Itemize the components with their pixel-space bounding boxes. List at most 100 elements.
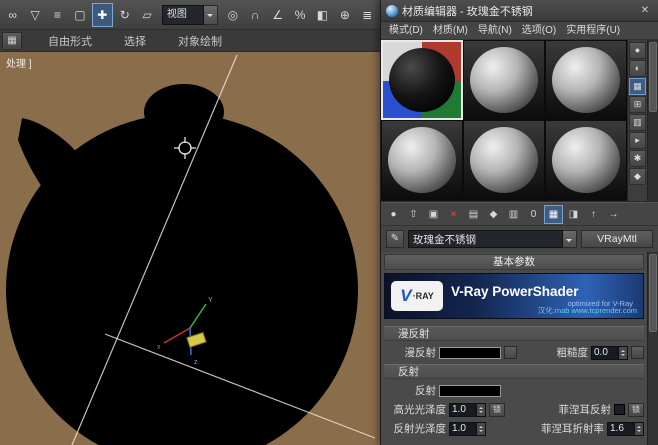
- sample-scrollbar-thumb[interactable]: [649, 42, 657, 112]
- angle-snap-icon[interactable]: ∠: [267, 3, 288, 27]
- hilight-lock-icon[interactable]: 锁: [489, 402, 505, 417]
- mirror-icon[interactable]: ◧: [312, 3, 333, 27]
- layer-manager-icon[interactable]: ≣: [357, 3, 378, 27]
- sample-slot-2[interactable]: [463, 40, 545, 120]
- close-icon[interactable]: ✕: [637, 3, 653, 19]
- fresnel-reflection-label: 菲涅耳反射: [558, 404, 612, 416]
- menu-options[interactable]: 选项(O): [517, 22, 561, 40]
- sample-slot-grid: [381, 40, 627, 201]
- sample-slot-4[interactable]: [381, 120, 463, 200]
- select-and-link-icon[interactable]: ∞: [2, 3, 23, 27]
- diffuse-label: 漫反射: [404, 347, 437, 359]
- make-material-copy-icon[interactable]: ▤: [464, 205, 483, 224]
- reflection-row: 反射: [384, 382, 644, 399]
- get-material-icon[interactable]: ●: [384, 205, 403, 224]
- select-and-rotate-icon[interactable]: ↻: [114, 3, 135, 27]
- select-by-name-icon[interactable]: ≡: [47, 3, 68, 27]
- menu-mode[interactable]: 模式(D): [384, 22, 428, 40]
- hilight-glossiness-spinner[interactable]: 1.0: [449, 402, 486, 417]
- diffuse-map-button[interactable]: [504, 346, 517, 359]
- select-and-move-icon[interactable]: ✚: [91, 2, 114, 27]
- ribbon-minimize-icon[interactable]: ▦: [2, 31, 22, 50]
- tab-selection[interactable]: 选择: [108, 30, 162, 52]
- reflection-section-bar: 反射: [384, 364, 644, 379]
- fresnel-reflection-checkbox[interactable]: [614, 404, 625, 415]
- reference-coordinate-dropdown[interactable]: 视图: [161, 4, 219, 25]
- 3dsmax-screen: ∞ ▽ ≡ ▢ ✚ ↻ ▱ 视图 ◎ ∩ ∠ % ◧ ⊕ ≣ ▦ 自由形式 选择…: [0, 0, 658, 445]
- generate-preview-icon[interactable]: ▸: [629, 132, 646, 149]
- diffuse-color-swatch[interactable]: [439, 346, 501, 359]
- reflection-label: 反射: [415, 385, 436, 397]
- sample-options-strip: ● ◐ ▦ ⊞ ▥ ▸ ✱ ◆: [627, 40, 647, 201]
- background-icon[interactable]: ▦: [629, 78, 646, 95]
- material-editor-toolbar: ● ⇧ ▣ × ▤ ◆ ▥ 0 ▦ ◨ ↑ →: [381, 202, 658, 226]
- assign-material-to-selection-icon[interactable]: ▣: [424, 205, 443, 224]
- fresnel-ior-spinner[interactable]: 1.6: [607, 421, 644, 436]
- material-editor-titlebar[interactable]: 材质编辑器 - 玫瑰金不锈钢 ✕: [381, 0, 658, 22]
- perspective-viewport[interactable]: 处理 ] x Y z: [0, 52, 380, 445]
- use-pivot-point-icon[interactable]: ◎: [222, 3, 243, 27]
- sample-type-icon[interactable]: ●: [629, 42, 646, 59]
- select-and-scale-icon[interactable]: ▱: [136, 3, 157, 27]
- video-color-check-icon[interactable]: ▥: [629, 114, 646, 131]
- sample-slot-5[interactable]: [463, 120, 545, 200]
- align-icon[interactable]: ⊕: [334, 3, 355, 27]
- diffuse-row: 漫反射 粗糙度 0.0: [384, 344, 644, 361]
- spinner-arrows-icon[interactable]: [476, 403, 485, 416]
- teapot-silhouette: [6, 84, 358, 445]
- roughness-spinner[interactable]: 0.0: [591, 345, 628, 360]
- reflection-glossiness-spinner[interactable]: 1.0: [449, 421, 486, 436]
- go-forward-to-sibling-icon[interactable]: →: [604, 205, 623, 224]
- sample-slot-1-selected[interactable]: [381, 40, 463, 120]
- material-name-value: 玫瑰金不锈钢: [408, 230, 563, 248]
- options-icon[interactable]: ✱: [629, 150, 646, 167]
- fresnel-lock-icon[interactable]: 锁: [628, 402, 644, 417]
- reflection-glossiness-row: 反射光泽度 1.0 菲涅耳折射率 1.6: [384, 420, 644, 437]
- sample-slot-6[interactable]: [545, 120, 627, 200]
- material-type-button[interactable]: VRayMtl: [581, 230, 653, 248]
- parameters-scrollbar[interactable]: [647, 252, 658, 445]
- menu-utilities[interactable]: 实用程序(U): [561, 22, 625, 40]
- make-unique-icon[interactable]: ◆: [484, 205, 503, 224]
- hilight-glossiness-value: 1.0: [452, 403, 466, 415]
- reset-map-icon[interactable]: ×: [444, 205, 463, 224]
- selection-filter-icon[interactable]: ▽: [24, 3, 45, 27]
- show-map-in-viewport-icon[interactable]: ▦: [544, 204, 563, 224]
- show-end-result-icon[interactable]: ◨: [564, 205, 583, 224]
- backlight-icon[interactable]: ◐: [629, 60, 646, 77]
- material-name-row: ✎ 玫瑰金不锈钢 VRayMtl: [381, 226, 658, 252]
- material-sphere: [470, 127, 538, 193]
- basic-parameters-rollout[interactable]: 基本参数: [384, 254, 644, 270]
- material-name-dropdown[interactable]: 玫瑰金不锈钢: [408, 230, 577, 248]
- reference-coordinate-value: 视图: [161, 4, 205, 25]
- sample-slots-area: ● ◐ ▦ ⊞ ▥ ▸ ✱ ◆: [381, 40, 658, 202]
- reflection-color-swatch[interactable]: [439, 384, 501, 397]
- pick-material-from-object-icon[interactable]: ✎: [386, 230, 404, 248]
- spinner-arrows-icon[interactable]: [634, 422, 643, 435]
- sample-scrollbar[interactable]: [647, 40, 658, 201]
- tab-freeform[interactable]: 自由形式: [32, 30, 108, 52]
- ribbon-tabs: ▦ 自由形式 选择 对象绘制: [0, 30, 380, 52]
- chevron-down-icon[interactable]: [204, 4, 219, 25]
- main-toolbar: ∞ ▽ ≡ ▢ ✚ ↻ ▱ 视图 ◎ ∩ ∠ % ◧ ⊕ ≣: [0, 0, 380, 30]
- select-by-material-icon[interactable]: ◆: [629, 168, 646, 185]
- tab-object-paint[interactable]: 对象绘制: [162, 30, 238, 52]
- material-sphere: [552, 127, 620, 193]
- material-id-channel-icon[interactable]: 0: [524, 205, 543, 224]
- menu-material[interactable]: 材质(M): [428, 22, 473, 40]
- parameters-scrollbar-thumb[interactable]: [649, 254, 657, 332]
- percent-snap-icon[interactable]: %: [289, 3, 310, 27]
- snaps-toggle-icon[interactable]: ∩: [245, 3, 266, 27]
- rectangular-selection-icon[interactable]: ▢: [69, 3, 90, 27]
- spinner-arrows-icon[interactable]: [618, 346, 627, 359]
- material-sphere: [470, 47, 538, 113]
- roughness-map-button[interactable]: [631, 346, 644, 359]
- sample-slot-3[interactable]: [545, 40, 627, 120]
- spinner-arrows-icon[interactable]: [476, 422, 485, 435]
- go-to-parent-icon[interactable]: ↑: [584, 205, 603, 224]
- put-material-to-scene-icon[interactable]: ⇧: [404, 205, 423, 224]
- sample-tiling-icon[interactable]: ⊞: [629, 96, 646, 113]
- menu-navigation[interactable]: 导航(N): [473, 22, 517, 40]
- put-to-library-icon[interactable]: ▥: [504, 205, 523, 224]
- chevron-down-icon[interactable]: [563, 230, 577, 248]
